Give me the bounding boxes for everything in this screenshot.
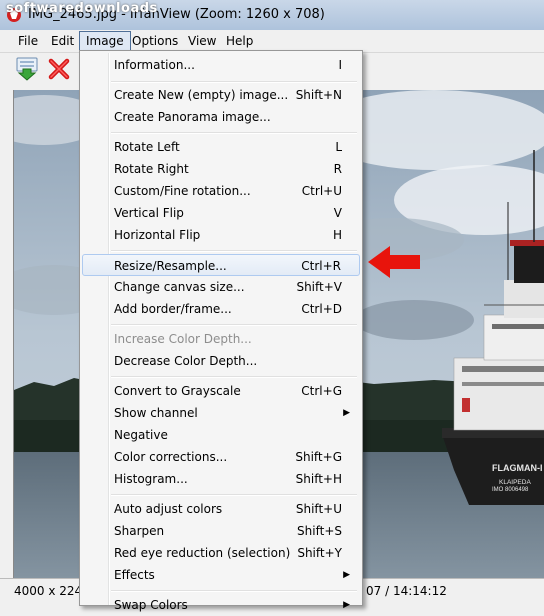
menu-item-label: Rotate Right	[114, 162, 189, 176]
ship-imo: IMO 8006498	[492, 487, 529, 493]
menu-item-label: Swap Colors	[114, 598, 188, 612]
menu-item-label: Decrease Color Depth...	[114, 354, 258, 368]
menu-item-label: Convert to Grayscale	[114, 384, 241, 398]
menu-view[interactable]: View	[182, 32, 222, 50]
menu-item-label: Add border/frame...	[114, 302, 232, 316]
menu-item-horizontal-flip[interactable]: Horizontal Flip H	[82, 224, 360, 246]
menu-item-shortcut: V	[333, 206, 342, 220]
menu-item-effects[interactable]: Effects ▶	[82, 564, 360, 586]
menu-item-histogram[interactable]: Histogram... Shift+H	[82, 468, 360, 490]
menu-separator	[111, 590, 357, 592]
delete-icon[interactable]	[46, 56, 72, 82]
menu-item-shortcut: Shift+Y	[297, 546, 342, 560]
menu-item-shortcut: Shift+H	[295, 472, 342, 486]
menu-item-create-panorama[interactable]: Create Panorama image...	[82, 106, 360, 128]
menu-item-label: Vertical Flip	[114, 206, 184, 220]
menu-item-label: Information...	[114, 58, 195, 72]
menu-item-rotate-right[interactable]: Rotate Right R	[82, 158, 360, 180]
menu-options[interactable]: Options	[126, 32, 184, 50]
menu-item-label: Increase Color Depth...	[114, 332, 252, 346]
menu-item-shortcut: I	[338, 58, 342, 72]
menu-item-color-corrections[interactable]: Color corrections... Shift+G	[82, 446, 360, 468]
menu-item-label: Create Panorama image...	[114, 110, 271, 124]
menu-item-shortcut: Shift+V	[296, 280, 342, 294]
menu-item-label: Create New (empty) image...	[114, 88, 289, 102]
menu-item-convert-grayscale[interactable]: Convert to Grayscale Ctrl+G	[82, 380, 360, 402]
menu-item-shortcut: Ctrl+G	[301, 384, 342, 398]
submenu-arrow-icon: ▶	[343, 570, 350, 580]
status-datetime: 07 / 14:14:12	[366, 584, 447, 598]
toolbar	[0, 53, 80, 85]
menu-separator	[111, 81, 357, 83]
ship-name: FLAGMAN-I	[492, 463, 543, 473]
menu-item-label: Auto adjust colors	[114, 502, 223, 516]
menu-item-shortcut: Shift+N	[295, 88, 342, 102]
menu-item-shortcut: Ctrl+U	[301, 184, 342, 198]
menu-item-shortcut: Ctrl+R	[301, 259, 341, 273]
menu-file[interactable]: File	[12, 32, 44, 50]
menu-item-label: Negative	[114, 428, 168, 442]
menu-item-label: Red eye reduction (selection)	[114, 546, 291, 560]
menu-item-information[interactable]: Information... I	[82, 54, 360, 76]
menu-item-label: Resize/Resample...	[114, 259, 227, 273]
menu-item-shortcut: L	[335, 140, 342, 154]
image-menu-dropdown: Information... I Create New (empty) imag…	[79, 50, 363, 612]
menu-item-custom-rotation[interactable]: Custom/Fine rotation... Ctrl+U	[82, 180, 360, 202]
menu-item-label: Show channel	[114, 406, 198, 420]
menu-separator	[111, 132, 357, 134]
menu-item-shortcut: R	[333, 162, 342, 176]
menu-item-decrease-color-depth[interactable]: Decrease Color Depth...	[82, 350, 360, 372]
menu-help[interactable]: Help	[220, 32, 259, 50]
menu-item-label: Sharpen	[114, 524, 165, 538]
menu-item-rotate-left[interactable]: Rotate Left L	[82, 136, 360, 158]
red-arrow-icon	[368, 246, 420, 278]
menu-item-label: Histogram...	[114, 472, 188, 486]
save-icon[interactable]	[14, 56, 40, 82]
menu-item-label: Change canvas size...	[114, 280, 245, 294]
ship-port: KLAIPEDA	[499, 479, 531, 486]
title-bar: IMG_2465.jpg - IrfanView (Zoom: 1260 x 7…	[0, 0, 544, 31]
menu-edit[interactable]: Edit	[45, 32, 80, 50]
menu-item-change-canvas-size[interactable]: Change canvas size... Shift+V	[82, 276, 360, 298]
menu-item-label: Color corrections...	[114, 450, 228, 464]
watermark: softwaredownloads	[6, 1, 158, 16]
menu-separator	[111, 250, 357, 252]
menu-item-shortcut: Shift+U	[295, 502, 342, 516]
menu-separator	[111, 376, 357, 378]
menu-separator	[111, 324, 357, 326]
menu-item-label: Rotate Left	[114, 140, 180, 154]
menu-item-shortcut: H	[332, 228, 342, 242]
menu-item-label: Custom/Fine rotation...	[114, 184, 251, 198]
menu-item-add-border-frame[interactable]: Add border/frame... Ctrl+D	[82, 298, 360, 320]
menu-item-swap-colors[interactable]: Swap Colors ▶	[82, 594, 360, 616]
menu-item-create-new-image[interactable]: Create New (empty) image... Shift+N	[82, 84, 360, 106]
menu-item-red-eye-reduction[interactable]: Red eye reduction (selection) Shift+Y	[82, 542, 360, 564]
menu-item-sharpen[interactable]: Sharpen Shift+S	[82, 520, 360, 542]
menu-item-shortcut: Shift+G	[295, 450, 342, 464]
menu-item-vertical-flip[interactable]: Vertical Flip V	[82, 202, 360, 224]
menu-item-shortcut: Shift+S	[297, 524, 342, 538]
menu-image[interactable]: Image	[79, 31, 131, 51]
submenu-arrow-icon: ▶	[343, 600, 350, 610]
menu-separator	[111, 494, 357, 496]
menu-item-show-channel[interactable]: Show channel ▶	[82, 402, 360, 424]
menu-item-auto-adjust-colors[interactable]: Auto adjust colors Shift+U	[82, 498, 360, 520]
menu-item-label: Horizontal Flip	[114, 228, 201, 242]
submenu-arrow-icon: ▶	[343, 408, 350, 418]
menu-item-label: Effects	[114, 568, 155, 582]
menu-item-shortcut: Ctrl+D	[301, 302, 342, 316]
menu-item-increase-color-depth: Increase Color Depth...	[82, 328, 360, 350]
menu-item-resize-resample[interactable]: Resize/Resample... Ctrl+R	[82, 254, 360, 276]
menu-item-negative[interactable]: Negative	[82, 424, 360, 446]
